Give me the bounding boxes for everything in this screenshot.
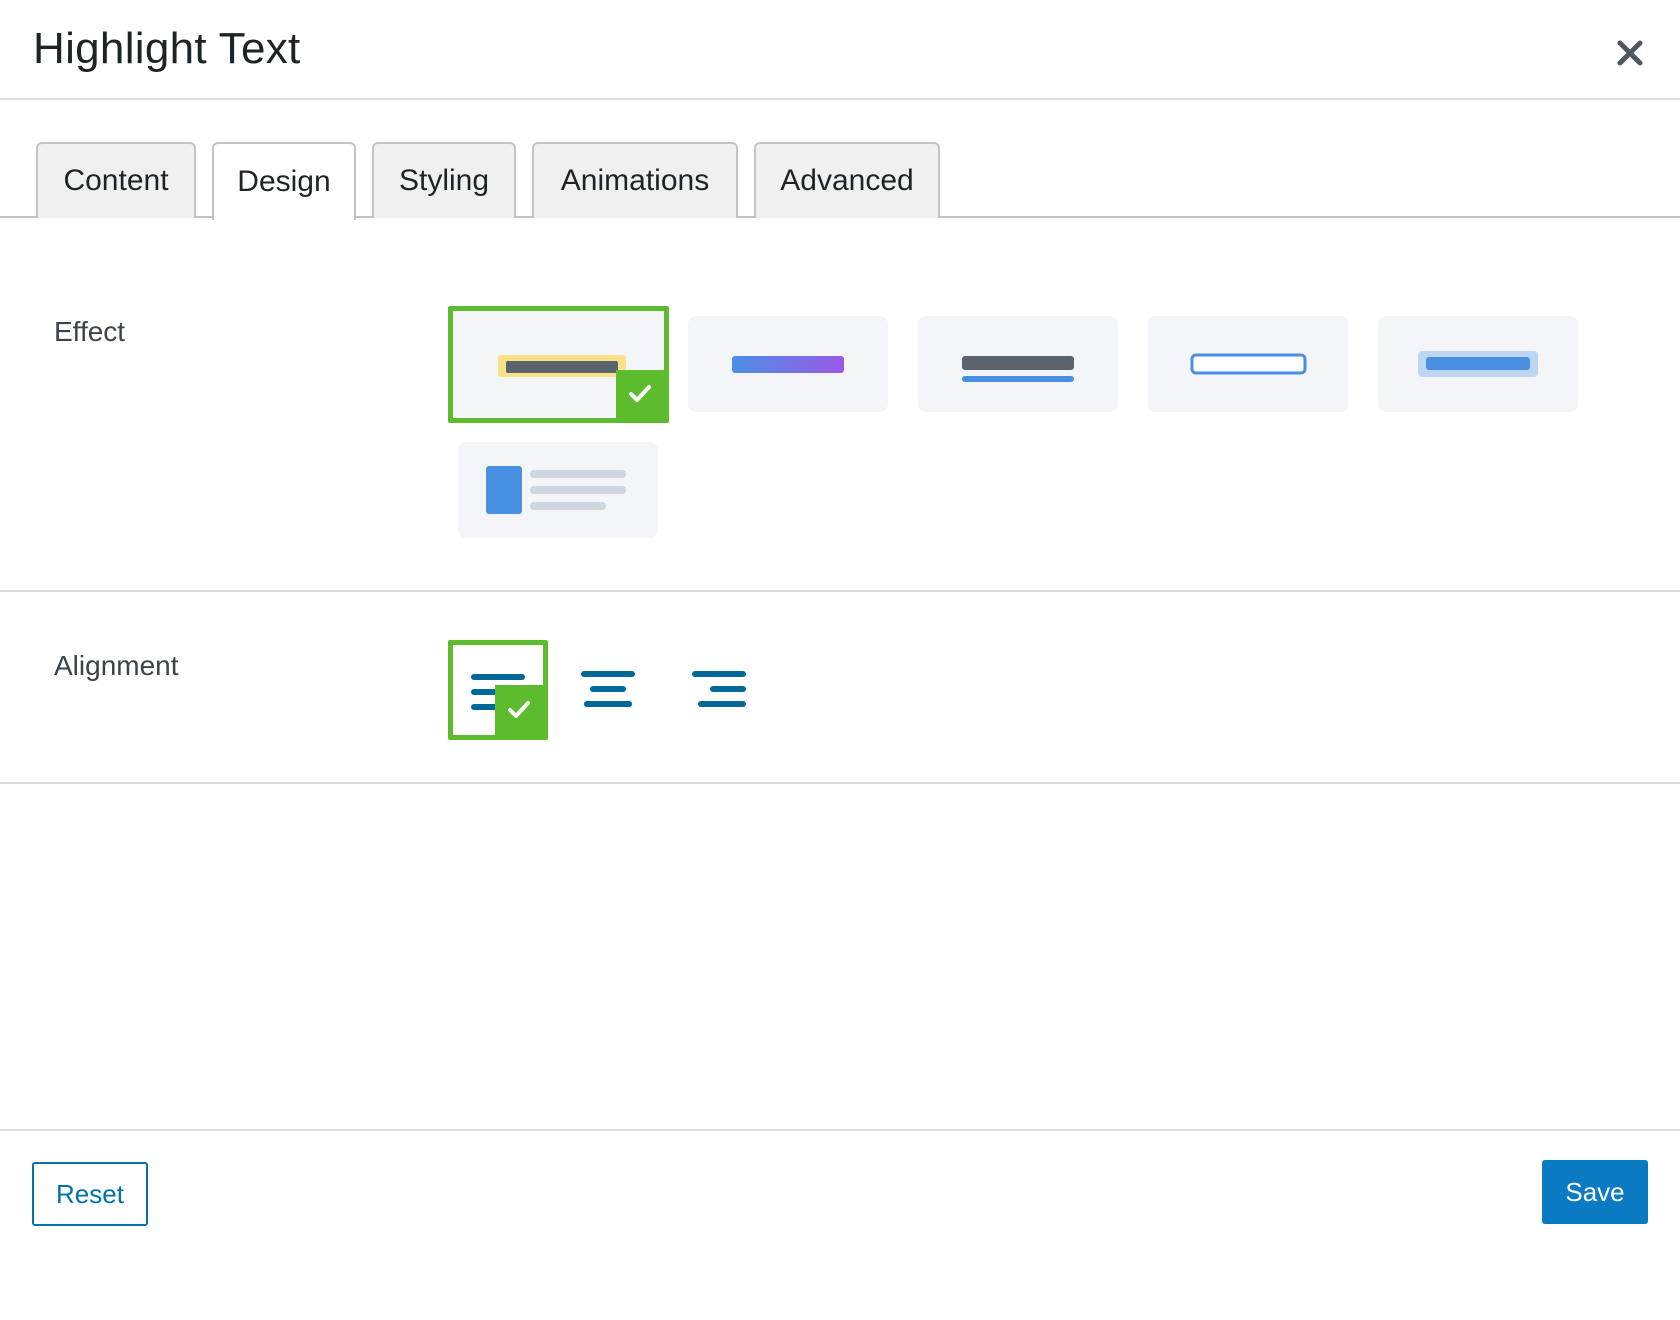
section-divider xyxy=(0,782,1680,784)
alignment-label: Alignment xyxy=(54,650,179,681)
effect-option-soft-background[interactable] xyxy=(1378,316,1578,412)
effect-option-underline[interactable] xyxy=(918,316,1118,412)
footer-divider xyxy=(0,1129,1680,1131)
section-divider xyxy=(0,590,1680,592)
effect-option-gradient[interactable] xyxy=(688,316,888,412)
tab-design[interactable]: Design xyxy=(212,142,356,220)
align-right-icon xyxy=(692,671,746,707)
block-side-icon xyxy=(486,466,626,514)
effect-option-outline[interactable] xyxy=(1148,316,1348,412)
effect-option-block-side[interactable] xyxy=(458,442,658,538)
close-icon[interactable] xyxy=(1610,33,1650,73)
effect-label: Effect xyxy=(54,316,126,347)
tab-bar: Content Design Styling Animations Advanc… xyxy=(0,100,1680,220)
tab-animations[interactable]: Animations xyxy=(532,142,738,218)
highlight-text-dialog: Highlight Text Content Design Styling An… xyxy=(0,0,1680,1320)
dialog-header: Highlight Text xyxy=(0,0,1680,100)
selected-check-icon xyxy=(616,370,664,418)
tab-styling[interactable]: Styling xyxy=(372,142,516,218)
tab-content[interactable]: Content xyxy=(36,142,196,218)
effect-option-marker[interactable] xyxy=(448,306,669,423)
outline-box-icon xyxy=(1190,353,1307,375)
soft-background-icon xyxy=(1418,351,1538,377)
align-center-icon xyxy=(581,671,635,707)
underline-icon xyxy=(962,356,1074,382)
tab-advanced[interactable]: Advanced xyxy=(754,142,940,218)
align-left-option[interactable] xyxy=(448,640,548,740)
save-button[interactable]: Save xyxy=(1542,1160,1648,1224)
selected-check-icon xyxy=(495,685,543,735)
gradient-highlight-icon xyxy=(732,356,844,373)
dialog-title: Highlight Text xyxy=(33,24,301,73)
align-right-option[interactable] xyxy=(668,640,768,740)
align-center-option[interactable] xyxy=(558,640,658,740)
reset-button[interactable]: Reset xyxy=(32,1162,148,1226)
